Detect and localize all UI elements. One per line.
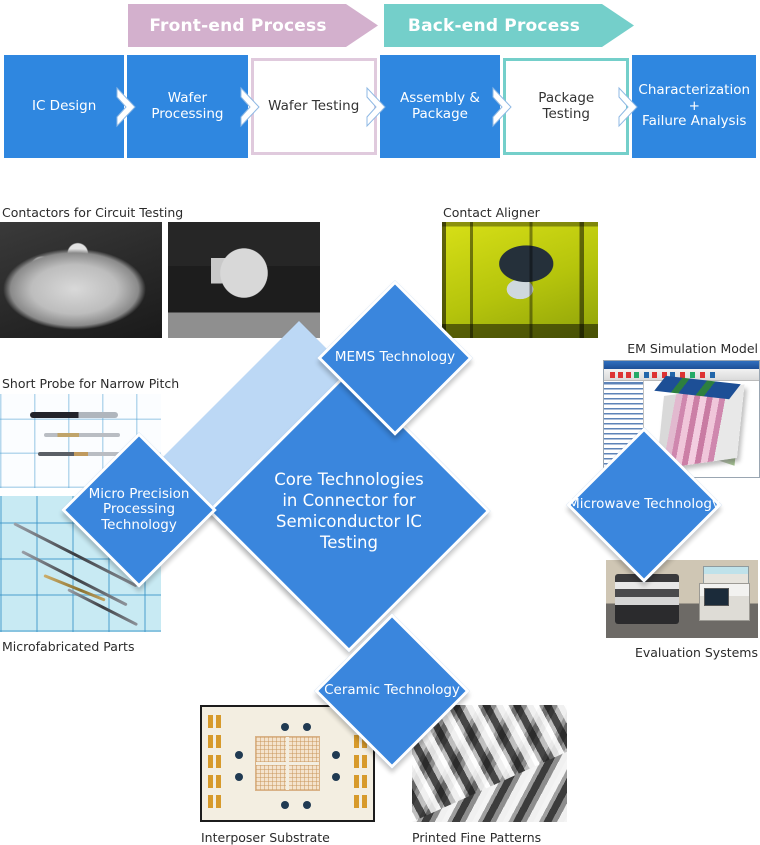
flow-step-assembly-package[interactable]: Assembly & Package xyxy=(379,55,512,158)
flow-step-label: Characterization + Failure Analysis xyxy=(638,82,751,130)
banner-back-end-process: Back-end Process xyxy=(384,4,634,47)
caption-microfabricated-parts: Microfabricated Parts xyxy=(2,639,135,654)
photo-evaluation-systems xyxy=(606,560,758,638)
caption-em-simulation-model: EM Simulation Model xyxy=(627,341,758,356)
diamond-core-technologies-label: Core Technologies in Connector for Semicon… xyxy=(274,469,424,553)
process-phase-banner-row: Front-end Process Back-end Process xyxy=(0,0,760,50)
flow-step-wafer-processing[interactable]: Wafer Processing xyxy=(127,55,260,158)
diamond-mems-technology-label: MEMS Technology xyxy=(334,349,456,366)
diamond-micro-precision-label: Micro Precision Processing Technology xyxy=(88,486,190,533)
flow-step-wafer-testing[interactable]: Wafer Testing xyxy=(250,58,386,155)
flow-step-characterization-failure-analysis[interactable]: Characterization + Failure Analysis xyxy=(632,55,757,158)
flow-step-ic-design[interactable]: IC Design xyxy=(4,55,136,158)
flow-step-label: Wafer Testing xyxy=(268,97,360,114)
photo-contactors-sem-a xyxy=(0,222,162,338)
caption-interposer-substrate: Interposer Substrate xyxy=(201,830,330,845)
caption-contactors-for-circuit-testing: Contactors for Circuit Testing xyxy=(2,205,184,220)
banner-front-end-label: Front-end Process xyxy=(149,15,327,36)
process-flow-strip: IC Design Wafer Processing Wafer Testing … xyxy=(4,55,757,158)
diamond-ceramic-technology-label: Ceramic Technology xyxy=(324,682,460,699)
caption-short-probe-for-narrow-pitch: Short Probe for Narrow Pitch xyxy=(2,376,180,391)
flow-step-label: Assembly & Package xyxy=(400,89,480,122)
photo-contactors-sem-b xyxy=(168,222,320,338)
flow-step-label: Wafer Processing xyxy=(151,89,224,122)
banner-front-end-process: Front-end Process xyxy=(128,4,378,47)
diamond-microwave-technology-label: Microwave Technology xyxy=(568,496,720,513)
caption-contact-aligner: Contact Aligner xyxy=(443,205,540,220)
flow-step-package-testing[interactable]: Package Testing xyxy=(503,58,639,155)
flow-step-label: Package Testing xyxy=(538,89,595,122)
caption-printed-fine-patterns: Printed Fine Patterns xyxy=(412,830,542,845)
core-technologies-diagram: Contactors for Circuit Testing Contact A… xyxy=(0,160,760,845)
flow-step-label: IC Design xyxy=(31,97,97,114)
caption-evaluation-systems: Evaluation Systems xyxy=(634,645,758,660)
banner-back-end-label: Back-end Process xyxy=(407,15,581,36)
photo-contact-aligner xyxy=(442,222,598,338)
